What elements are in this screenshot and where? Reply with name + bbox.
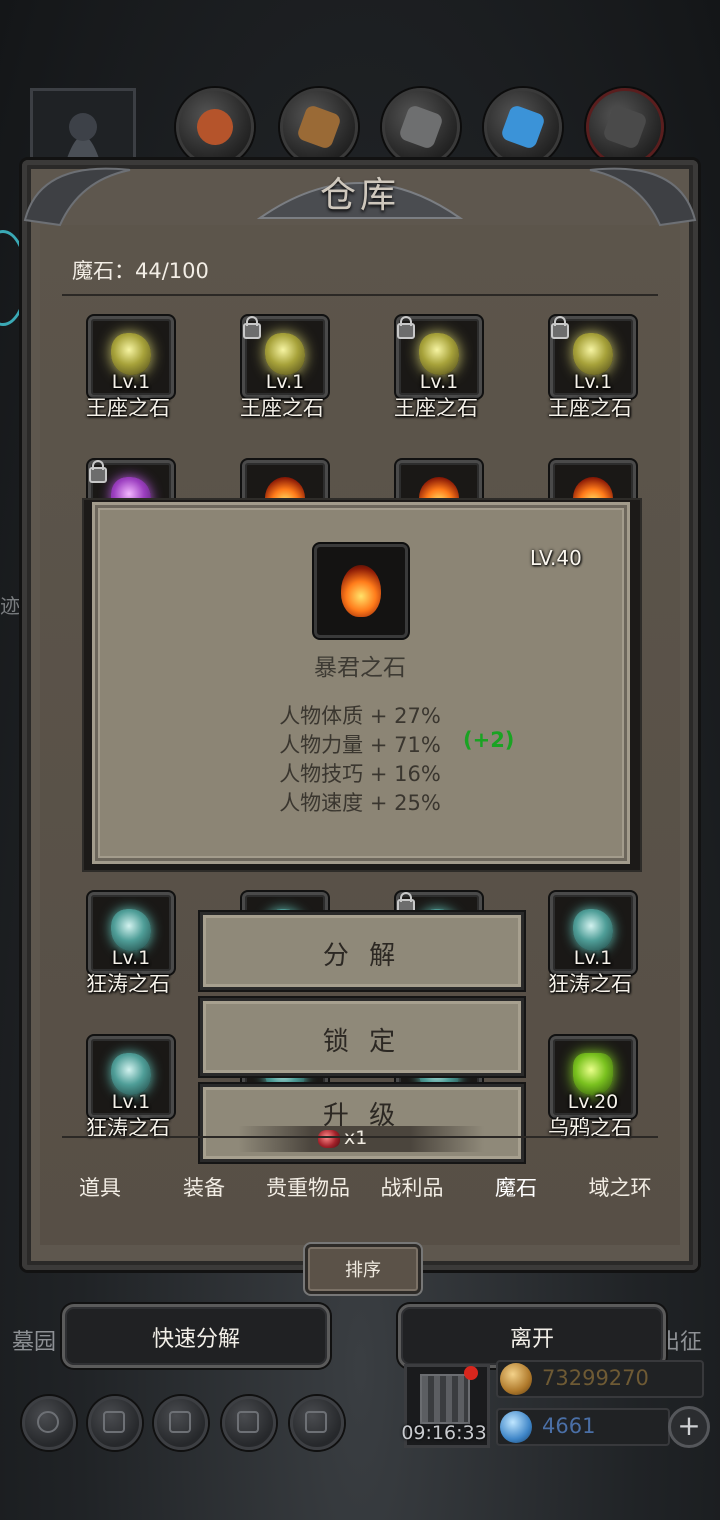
- blue-gem-icon: [500, 1411, 532, 1443]
- tab-3[interactable]: 战利品: [362, 1172, 462, 1202]
- tooltip-item-name: 暴君之石: [314, 655, 406, 681]
- tab-1[interactable]: 装备: [154, 1172, 254, 1202]
- lock-label: 锁 定: [322, 1027, 402, 1057]
- gem-amount: 4661: [542, 1414, 596, 1438]
- corner-ornament-left: [23, 167, 131, 227]
- tab-0[interactable]: 道具: [50, 1172, 150, 1202]
- tab-2[interactable]: 贵重物品: [258, 1172, 358, 1202]
- lock-icon: [89, 460, 107, 483]
- item-level: Lv.1: [265, 371, 305, 393]
- tab-5[interactable]: 域之环: [570, 1172, 670, 1202]
- item-slot[interactable]: Lv.1: [88, 892, 174, 974]
- stat-bonus: (+2): [463, 728, 515, 752]
- stat-speed: 人物速度 + 25%: [279, 791, 441, 815]
- throne-stone-icon: [265, 333, 305, 375]
- gift-timer: 09:16:33: [401, 1422, 487, 1444]
- settings-icon[interactable]: [22, 1396, 76, 1450]
- helmet-icon[interactable]: [154, 1396, 208, 1450]
- item-slot[interactable]: Lv.1: [396, 316, 482, 398]
- item-level: Lv.1: [111, 1091, 151, 1113]
- red-gem-icon: [318, 1130, 340, 1148]
- leave-button[interactable]: 离开: [398, 1304, 666, 1368]
- item-level: Lv.1: [111, 947, 151, 969]
- iron-icon[interactable]: [382, 88, 460, 166]
- mail-icon[interactable]: [222, 1396, 276, 1450]
- throne-stone-icon: [573, 333, 613, 375]
- quick-decompose-label: 快速分解: [151, 1327, 240, 1352]
- quick-decompose-button[interactable]: 快速分解: [62, 1304, 330, 1368]
- gold-coin-icon: [500, 1363, 532, 1395]
- item-name: 王座之石: [548, 396, 632, 420]
- item-slot[interactable]: Lv.1: [550, 892, 636, 974]
- decompose-label: 分 解: [322, 941, 402, 971]
- item-slot[interactable]: Lv.1: [88, 316, 174, 398]
- item-name: 王座之石: [394, 396, 478, 420]
- lock-icon: [397, 316, 415, 339]
- add-currency-button[interactable]: +: [668, 1406, 710, 1448]
- magic-stone-count: 魔石：44/100: [72, 259, 209, 283]
- item-level: Lv.1: [419, 371, 459, 393]
- wood-icon[interactable]: [280, 88, 358, 166]
- item-level: Lv.20: [567, 1091, 619, 1113]
- gem-counter: 4661: [496, 1408, 670, 1446]
- upgrade-cost: x1: [344, 1127, 368, 1149]
- lock-button[interactable]: 锁 定: [200, 998, 524, 1076]
- tyrant-stone-icon: [314, 544, 408, 638]
- decompose-button[interactable]: 分 解: [200, 912, 524, 990]
- stat-skill: 人物技巧 + 16%: [279, 762, 441, 786]
- item-level: Lv.1: [573, 371, 613, 393]
- sort-button[interactable]: 排序: [305, 1244, 421, 1294]
- gold-amount: 73299270: [542, 1366, 649, 1390]
- item-level: Lv.1: [111, 371, 151, 393]
- tooltip-level: LV.40: [530, 546, 582, 570]
- tab-4[interactable]: 魔石: [466, 1172, 566, 1202]
- item-name: 狂涛之石: [548, 972, 632, 996]
- storm-stone-icon: [111, 909, 151, 951]
- ore-icon[interactable]: [176, 88, 254, 166]
- gift-icon: [420, 1374, 470, 1424]
- item-slot[interactable]: Lv.1: [88, 1036, 174, 1118]
- sort-label: 排序: [345, 1260, 381, 1281]
- lock-icon: [243, 316, 261, 339]
- throne-stone-icon: [111, 333, 151, 375]
- item-name: 王座之石: [240, 396, 324, 420]
- crystal-icon[interactable]: [484, 88, 562, 166]
- item-slot[interactable]: Lv.1: [550, 316, 636, 398]
- item-slot[interactable]: Lv.20: [550, 1036, 636, 1118]
- page-title: 仓库: [319, 175, 400, 216]
- leave-label: 离开: [509, 1327, 554, 1352]
- corner-ornament-right: [589, 167, 697, 227]
- item-level: Lv.1: [573, 947, 613, 969]
- storm-stone-icon: [111, 1053, 151, 1095]
- gold-counter: 73299270: [496, 1360, 704, 1398]
- crow-stone-icon: [573, 1053, 613, 1095]
- side-label-left: 墓园: [12, 1330, 57, 1355]
- shield-icon[interactable]: [290, 1396, 344, 1450]
- star-icon[interactable]: [88, 1396, 142, 1450]
- item-slot[interactable]: Lv.1: [242, 316, 328, 398]
- side-partial-text: 迹: [0, 594, 20, 618]
- storm-stone-icon: [573, 909, 613, 951]
- divider: [62, 294, 658, 296]
- stat-constitution: 人物体质 + 27%: [279, 704, 441, 728]
- item-name: 狂涛之石: [86, 972, 170, 996]
- lock-icon: [551, 316, 569, 339]
- item-name: 王座之石: [86, 396, 170, 420]
- throne-stone-icon: [419, 333, 459, 375]
- notification-dot: [464, 1366, 478, 1380]
- tab-divider: [62, 1136, 658, 1138]
